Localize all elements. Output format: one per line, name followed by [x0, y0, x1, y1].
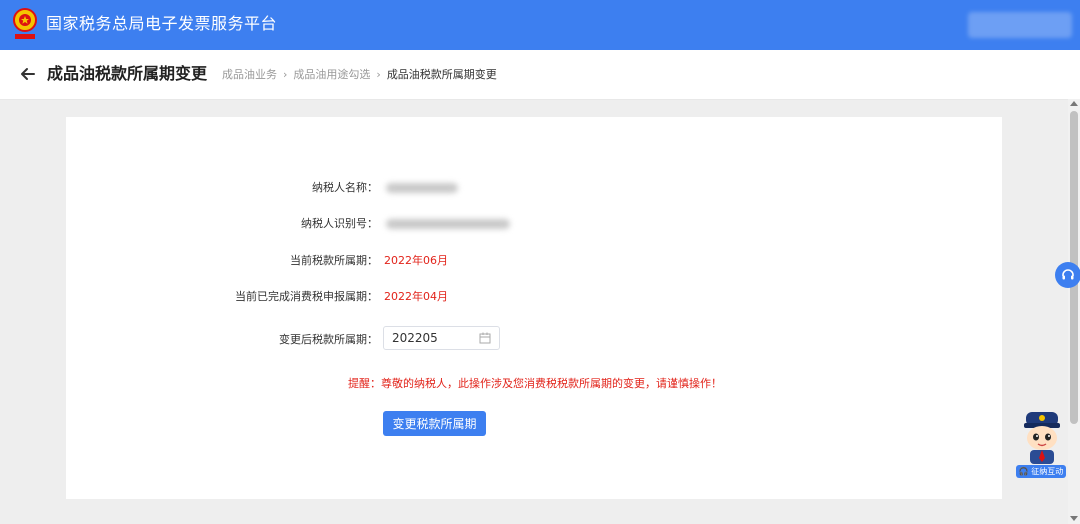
- page-scrollbar[interactable]: [1068, 99, 1080, 524]
- breadcrumb: 成品油业务 › 成品油用途勾选 › 成品油税款所属期变更: [222, 67, 497, 83]
- taxpayer-name-label: 纳税人名称：: [312, 181, 378, 194]
- new-period-value: 202205: [392, 331, 438, 345]
- chevron-right-icon: ›: [376, 68, 381, 81]
- page-title: 成品油税款所属期变更: [47, 64, 208, 83]
- scroll-down-icon[interactable]: [1070, 516, 1078, 521]
- warning-reminder: 提醒：尊敬的纳税人，此操作涉及您消费税税款所属期的变更，请谨慎操作！: [348, 377, 722, 390]
- new-period-date-picker[interactable]: 202205: [383, 326, 500, 350]
- breadcrumb-item-oil-usage[interactable]: 成品油用途勾选: [293, 67, 370, 83]
- taxpayer-name-value: [386, 183, 458, 193]
- calendar-icon: [479, 332, 491, 344]
- consumption-period-value: 2022年04月: [384, 290, 448, 303]
- current-period-label: 当前税款所属期：: [290, 254, 378, 267]
- headset-icon: [1062, 269, 1074, 280]
- user-info[interactable]: [968, 12, 1072, 38]
- interaction-label-text: 征纳互动: [1031, 467, 1064, 476]
- support-button[interactable]: [1055, 262, 1080, 288]
- app-title: 国家税务总局电子发票服务平台: [46, 14, 278, 33]
- interaction-label[interactable]: 🎧 征纳互动: [1016, 465, 1066, 478]
- chevron-right-icon: ›: [283, 68, 288, 81]
- arrow-left-icon[interactable]: [18, 64, 38, 84]
- change-period-button[interactable]: 变更税款所属期: [383, 411, 486, 436]
- current-period-value: 2022年06月: [384, 254, 448, 267]
- breadcrumb-item-current: 成品油税款所属期变更: [386, 68, 497, 81]
- tax-emblem-icon: [13, 8, 37, 39]
- scroll-up-icon[interactable]: [1070, 101, 1078, 106]
- form-card: 纳税人名称： 纳税人识别号： 当前税款所属期： 2022年06月 当前已完成消费…: [66, 117, 1002, 499]
- consumption-period-label: 当前已完成消费税申报属期：: [235, 290, 378, 303]
- new-period-label: 变更后税款所属期：: [279, 333, 378, 346]
- top-bar: 国家税务总局电子发票服务平台: [0, 0, 1080, 50]
- taxpayer-id-value: [386, 219, 510, 229]
- taxpayer-id-label: 纳税人识别号：: [301, 217, 378, 230]
- breadcrumb-item-oil-business[interactable]: 成品油业务: [222, 67, 277, 83]
- mascot-assistant-icon[interactable]: [1016, 410, 1068, 466]
- page-header: 成品油税款所属期变更 成品油业务 › 成品油用途勾选 › 成品油税款所属期变更: [0, 50, 1080, 100]
